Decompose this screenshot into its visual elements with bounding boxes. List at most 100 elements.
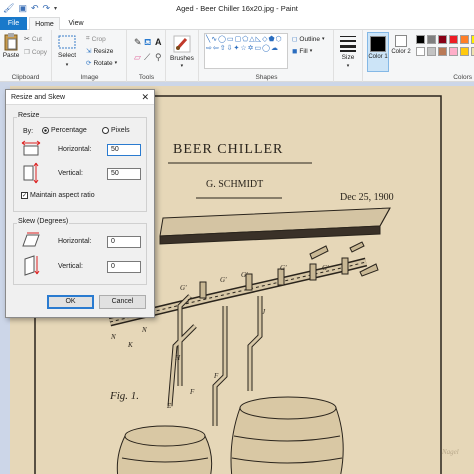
horizontal-skew-icon [22,232,40,247]
horizontal-resize-input[interactable]: 50 [107,144,141,156]
pixels-radio[interactable]: Pixels [102,127,130,134]
up-arrow-shape-icon[interactable]: ⇧ [220,44,226,52]
fill-bucket-icon[interactable]: ⛾ [144,37,151,49]
palette-swatch[interactable] [460,35,469,44]
pentagon-shape-icon[interactable]: ⬟ [268,35,274,43]
right-arrow-shape-icon[interactable]: ⇨ [206,44,212,52]
crop-button[interactable]: ⌗ Crop [86,35,106,43]
line-shape-icon[interactable]: ╲ [206,35,210,43]
cut-button[interactable]: ✂ Cut [24,35,42,44]
vertical-label: Vertical: [58,170,83,177]
brush-icon [173,35,191,53]
color2-button[interactable]: Color 2 [391,35,411,56]
skew-vertical-input[interactable]: 0 [107,261,141,273]
palette-swatch[interactable] [449,47,458,56]
magnifier-icon[interactable]: ⚲ [155,52,162,63]
part-label: N [142,326,147,334]
curve-shape-icon[interactable]: ∿ [211,35,217,43]
star6-shape-icon[interactable]: ✡ [248,44,254,52]
copy-button[interactable]: ❐ Copy [24,48,47,57]
paste-label: Paste [2,52,20,59]
part-label: G' [180,284,187,292]
dialog-title-bar: Resize and Skew ✕ [6,90,154,105]
select-button[interactable]: Select ▾ [58,35,76,68]
outline-button[interactable]: ◻ Outline ▾ [292,35,325,44]
percentage-radio[interactable]: Percentage [42,127,87,134]
vertical-resize-input[interactable]: 50 [107,168,141,180]
resize-label: Resize [93,47,114,55]
star4-shape-icon[interactable]: ✦ [234,44,240,52]
paste-button[interactable]: Paste [3,33,19,59]
callout-oval-shape-icon[interactable]: ◯ [262,44,270,52]
image-group-label: Image [80,74,99,81]
right-triangle-shape-icon[interactable]: ◺ [256,35,261,43]
polygon-shape-icon[interactable]: ⬠ [242,35,248,43]
triangle-shape-icon[interactable]: △ [249,35,254,43]
brushes-button[interactable]: Brushes ▾ [170,34,194,69]
outline-icon: ◻ [292,36,298,43]
chevron-down-icon: ▾ [309,48,313,54]
eraser-icon[interactable]: ▱ [134,52,141,63]
color1-button[interactable]: Color 1 [367,32,389,72]
palette-swatch[interactable] [416,47,425,56]
part-label: G' [241,271,248,279]
cancel-button[interactable]: Cancel [99,295,146,309]
title-bar: 🖌 ▣ ↶ ↷ ▾ Aged - Beer Chiller 16x20.jpg … [0,0,474,17]
tab-view[interactable]: View [62,17,90,30]
skew-horizontal-input[interactable]: 0 [107,236,141,248]
palette-swatch[interactable] [460,47,469,56]
select-label: Select [58,52,77,59]
outline-label: Outline [299,35,321,43]
colors-group: Color 1 Color 2 Colors [364,30,474,82]
rounded-rect-shape-icon[interactable]: ▢ [235,35,242,43]
resize-icon: ⇲ [86,48,92,55]
resize-button[interactable]: ⇲ Resize [86,47,114,56]
hexagon-shape-icon[interactable]: ⬡ [276,35,282,43]
size-label: Size [341,54,355,61]
patent-title: BEER CHILLER [173,142,284,157]
ok-button[interactable]: OK [47,295,94,309]
palette-swatch[interactable] [438,47,447,56]
palette-swatch[interactable] [427,47,436,56]
shapes-gallery[interactable]: ╲ ∿ ◯ ▭ ▢ ⬠ △ ◺ ◇ ⬟ ⬡ ⇨ ⇦ ⇧ ⇩ ✦ ☆ ✡ ▭ ◯ ☁ [204,33,288,69]
signature-watermark: Nagel [442,448,459,456]
close-icon[interactable]: ✕ [141,90,149,105]
palette-swatch[interactable] [427,35,436,44]
part-label: G' [220,276,227,284]
palette-swatch[interactable] [449,35,458,44]
palette-swatch[interactable] [438,35,447,44]
size-button[interactable]: Size ▾ [339,34,357,69]
left-arrow-shape-icon[interactable]: ⇦ [213,44,219,52]
skew-horizontal-label: Horizontal: [58,238,92,245]
rectangle-shape-icon[interactable]: ▭ [227,35,234,43]
text-tool-icon[interactable]: A [155,37,162,47]
part-label: E [167,402,172,410]
callout-rect-shape-icon[interactable]: ▭ [255,44,262,52]
part-label: K [128,341,133,349]
maintain-aspect-checkbox[interactable]: ✓ Maintain aspect ratio [21,192,95,199]
fill-button[interactable]: ◼ Fill ▾ [292,47,313,56]
radio-unchecked-icon [102,127,109,134]
tools-group: ✎ ⛾ A ▱ ⟋ ⚲ Tools [128,30,166,82]
radio-checked-icon [42,127,49,134]
cloud-shape-icon[interactable]: ☁ [271,44,278,52]
chevron-down-icon: ▾ [322,36,325,42]
rotate-button[interactable]: ⟳ Rotate ▾ [86,59,118,68]
brushes-label: Brushes [170,55,194,62]
paste-icon [4,33,18,51]
chevron-down-icon: ▾ [114,60,118,66]
skew-group-label: Skew (Degrees) [17,218,70,225]
colors-group-label: Colors [453,74,472,81]
rotate-label: Rotate [93,59,113,67]
clipboard-group-label: Clipboard [11,74,40,81]
down-arrow-shape-icon[interactable]: ⇩ [227,44,233,52]
star5-shape-icon[interactable]: ☆ [240,44,246,52]
color-picker-icon[interactable]: ⟋ [144,52,150,63]
diamond-shape-icon[interactable]: ◇ [262,35,267,43]
oval-shape-icon[interactable]: ◯ [218,35,226,43]
tab-home[interactable]: Home [29,17,60,31]
palette-swatch[interactable] [416,35,425,44]
tab-file[interactable]: File [0,17,27,30]
pencil-icon[interactable]: ✎ [134,37,142,48]
part-label: N [111,333,116,341]
